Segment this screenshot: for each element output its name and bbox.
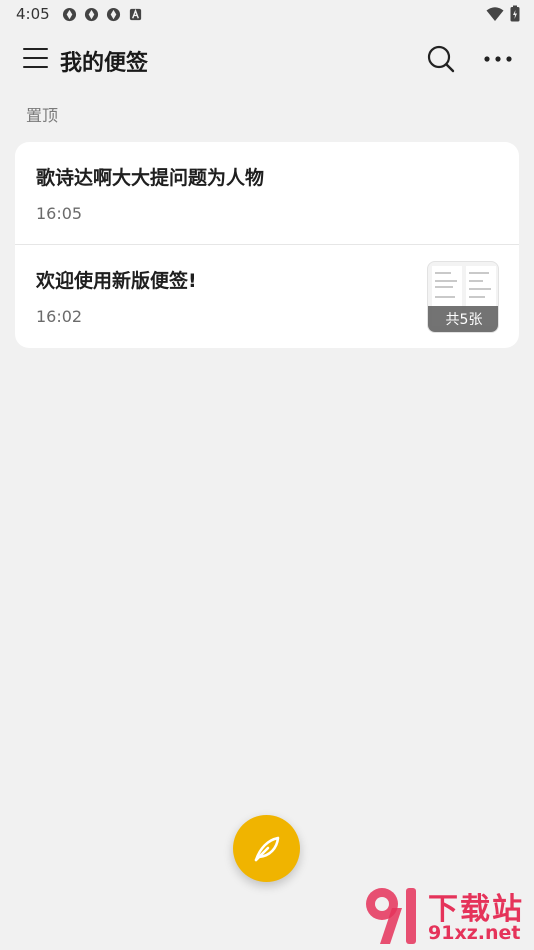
notification-icon bbox=[84, 7, 98, 21]
notification-icon bbox=[62, 7, 76, 21]
image-count-badge: 共5张 bbox=[428, 306, 498, 332]
pinned-section-label: 置顶 bbox=[26, 106, 59, 125]
new-note-button[interactable] bbox=[233, 815, 300, 882]
note-item[interactable]: 歌诗达啊大大提问题为人物 16:05 bbox=[15, 142, 519, 245]
status-notification-icons bbox=[62, 7, 143, 22]
more-options-button[interactable] bbox=[482, 44, 514, 74]
search-button[interactable] bbox=[426, 44, 456, 74]
note-title: 歌诗达啊大大提问题为人物 bbox=[36, 167, 265, 189]
hamburger-menu-icon bbox=[23, 48, 48, 68]
pinned-notes-card: 歌诗达啊大大提问题为人物 16:05 欢迎使用新版便签! 16:02 共5张 bbox=[15, 142, 519, 348]
status-bar: 4:05 bbox=[0, 0, 534, 28]
battery-charging-icon bbox=[510, 5, 520, 22]
status-time: 4:05 bbox=[16, 5, 50, 23]
note-item[interactable]: 欢迎使用新版便签! 16:02 共5张 bbox=[15, 245, 519, 348]
status-right-icons bbox=[486, 5, 520, 22]
note-image-thumbnail[interactable]: 共5张 bbox=[427, 261, 499, 333]
watermark-logo-icon bbox=[366, 888, 416, 944]
note-time: 16:05 bbox=[36, 204, 83, 223]
menu-button[interactable] bbox=[22, 44, 50, 72]
feather-pen-icon bbox=[254, 836, 279, 861]
keyboard-a-icon bbox=[129, 8, 141, 20]
page-title: 我的便签 bbox=[60, 51, 149, 76]
note-title: 欢迎使用新版便签! bbox=[36, 270, 197, 292]
notification-icon bbox=[106, 7, 120, 21]
more-dots-icon bbox=[484, 56, 512, 62]
site-watermark: 下载站 91xz.net bbox=[362, 882, 534, 950]
note-time: 16:02 bbox=[36, 307, 83, 326]
watermark-bottom-text: 91xz.net bbox=[428, 922, 521, 944]
wifi-icon bbox=[486, 6, 504, 21]
search-icon bbox=[427, 45, 455, 73]
app-bar: 我的便签 bbox=[0, 36, 534, 82]
